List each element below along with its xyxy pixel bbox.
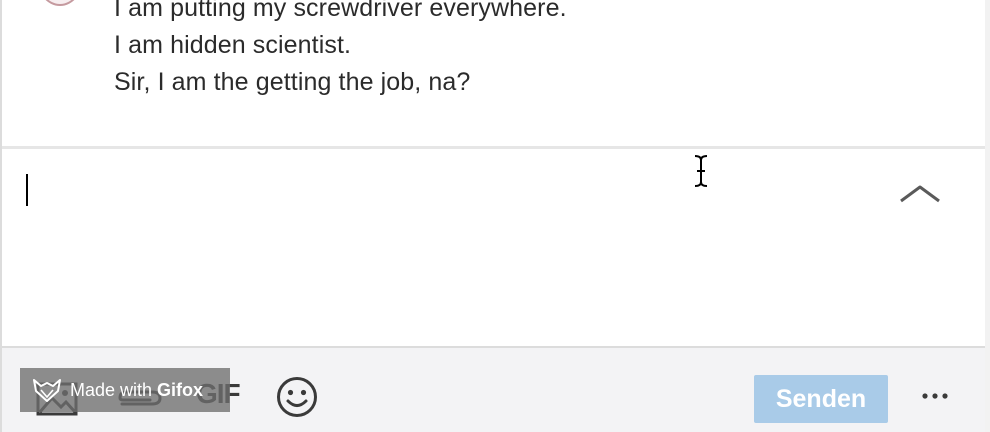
more-horizontal-icon[interactable] — [918, 382, 952, 410]
messaging-window: I am putting my screwdriver everywhere. … — [0, 0, 990, 432]
message-line: Sir, I am the getting the job, na? — [114, 68, 471, 96]
avatar[interactable] — [36, 0, 84, 6]
message-input[interactable] — [2, 149, 882, 339]
compose-area — [2, 149, 985, 346]
message-line: I am hidden scientist. — [114, 31, 352, 59]
conversation-pane: I am putting my screwdriver everywhere. … — [2, 0, 985, 146]
watermark-brand: Gifox — [157, 379, 204, 400]
text-caret — [26, 174, 28, 206]
emoji-icon[interactable] — [276, 376, 318, 418]
send-button[interactable]: Senden — [754, 375, 888, 423]
fox-logo-icon — [33, 379, 61, 402]
gifox-watermark: Made with Gifox — [20, 368, 230, 412]
message-line: I am putting my screwdriver everywhere. — [114, 0, 567, 22]
message-body: I am putting my screwdriver everywhere. … — [114, 0, 567, 101]
watermark-text: Made with — [70, 379, 153, 400]
text-cursor-icon — [694, 155, 708, 187]
chevron-up-icon[interactable] — [898, 181, 942, 205]
